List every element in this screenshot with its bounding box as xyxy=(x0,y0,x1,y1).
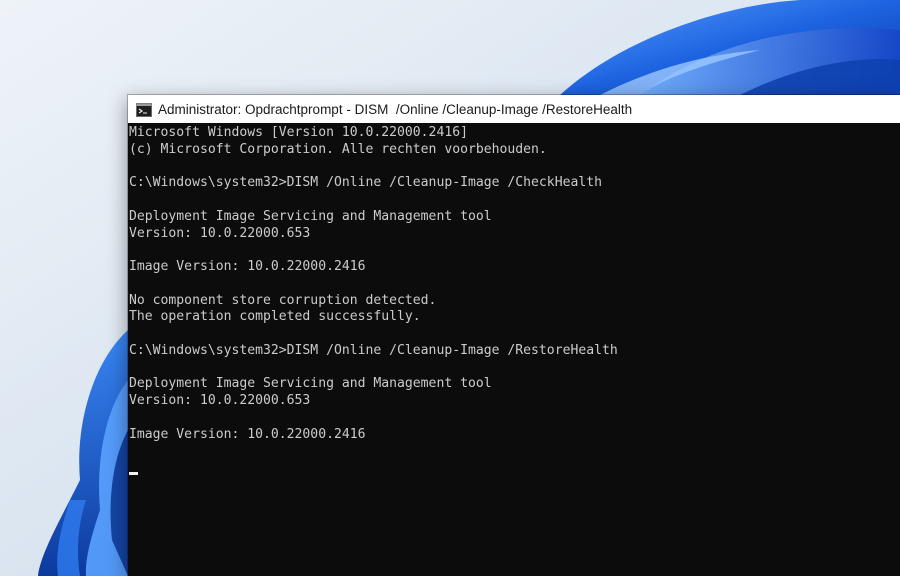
console-line: Deployment Image Servicing and Managemen… xyxy=(129,208,492,224)
console-line: Microsoft Windows [Version 10.0.22000.24… xyxy=(129,125,468,140)
console-line: Image Version: 10.0.22000.2416 xyxy=(129,259,366,274)
window-title: Administrator: Opdrachtprompt - DISM /On… xyxy=(158,101,633,117)
console-line: C:\Windows\system32>DISM /Online /Cleanu… xyxy=(129,342,618,358)
console-line: (c) Microsoft Corporation. Alle rechten … xyxy=(129,141,547,157)
console-output[interactable]: Microsoft Windows [Version 10.0.22000.24… xyxy=(128,123,900,576)
console-line: Image Version: 10.0.22000.2416 xyxy=(129,426,366,442)
console-line: Version: 10.0.22000.653 xyxy=(129,225,311,241)
console-line: The operation completed successfully. xyxy=(129,309,421,325)
cmd-icon xyxy=(136,102,152,117)
title-bar[interactable]: Administrator: Opdrachtprompt - DISM /On… xyxy=(128,95,900,123)
console-line: Version: 10.0.22000.653 xyxy=(129,393,311,408)
console-line: No component store corruption detected. xyxy=(129,292,437,308)
console-line: C:\Windows\system32>DISM /Online /Cleanu… xyxy=(129,175,602,191)
console-line: Deployment Image Servicing and Managemen… xyxy=(129,376,492,392)
text-cursor xyxy=(129,472,138,475)
command-prompt-window[interactable]: Administrator: Opdrachtprompt - DISM /On… xyxy=(128,95,900,576)
